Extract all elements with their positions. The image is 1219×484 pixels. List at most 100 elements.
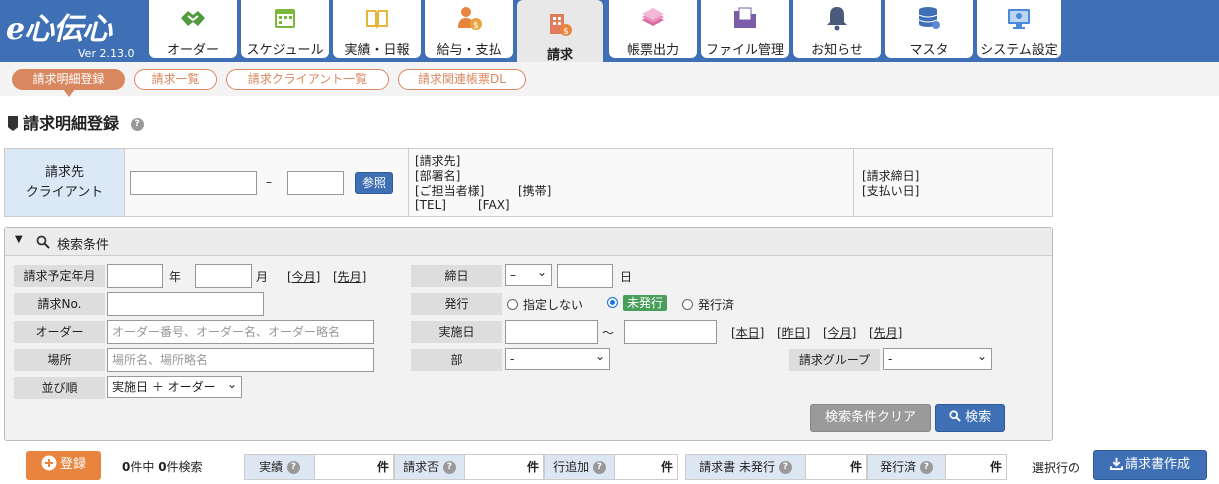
tab-reports[interactable]: 帳票出力 <box>609 0 697 58</box>
client-header-line2: クライアント <box>25 185 104 200</box>
client-info-mobile: [携帯] <box>518 184 552 198</box>
label-place: 場所 <box>14 349 105 371</box>
link-yesterday[interactable]: [昨日] <box>777 324 810 341</box>
help-icon[interactable]: ? <box>778 461 792 474</box>
label-exec-date: 実施日 <box>411 321 502 343</box>
client-info-fax: [FAX] <box>478 198 510 212</box>
link-this-month[interactable]: [今月] <box>287 268 320 285</box>
tab-files[interactable]: ファイル管理 <box>701 0 789 58</box>
help-icon[interactable]: ? <box>592 461 606 474</box>
day-suffix: 日 <box>620 270 633 284</box>
tab-order[interactable]: オーダー <box>149 0 237 58</box>
tab-master[interactable]: マスタ <box>885 0 973 58</box>
place-search-input[interactable] <box>107 348 374 372</box>
help-icon[interactable]: ? <box>919 461 933 474</box>
billing-month-input[interactable] <box>195 264 252 288</box>
label-billing-no: 請求No. <box>14 293 105 315</box>
stat-unit: 件 <box>376 460 389 474</box>
clear-search-button[interactable]: 検索条件クリア <box>810 404 931 432</box>
tab-label: ファイル管理 <box>705 43 784 58</box>
help-icon[interactable]: ? <box>130 118 144 131</box>
app-logo[interactable]: e心伝心 Ver 2.13.0 <box>4 2 144 60</box>
stat-label: 請求書 未発行 ? <box>686 455 806 479</box>
settings-monitor-icon <box>1008 9 1030 29</box>
divider <box>408 149 409 216</box>
label-department: 部 <box>411 349 502 371</box>
stat-unit: 件 <box>849 460 862 474</box>
closing-date-select[interactable]: – <box>505 264 552 286</box>
radio-label: 未発行 <box>623 295 668 311</box>
handshake-icon <box>181 11 205 26</box>
divider <box>853 149 854 216</box>
book-icon <box>366 10 388 29</box>
documents-icon <box>642 8 664 26</box>
order-search-input[interactable] <box>107 320 374 344</box>
subnav-billing-reports-dl[interactable]: 請求関連帳票DL <box>398 69 526 90</box>
stat-label-text: 行追加 <box>553 460 590 474</box>
client-header-line1: 請求先 <box>44 165 84 180</box>
collapse-caret-icon[interactable]: ▼ <box>15 234 23 245</box>
radio-issue-not-issued[interactable]: 未発行 <box>607 294 668 311</box>
client-panel: 請求先 クライアント – 参照 [請求先] [部署名] [ご担当者様] [携帯] … <box>4 148 1053 217</box>
search-conditions-header[interactable]: ▼ 検索条件 <box>5 228 1052 256</box>
subnav-billing-client-list[interactable]: 請求クライアント一覧 <box>226 69 389 90</box>
result-count: 0件中 0件検索 <box>122 458 203 475</box>
search-button-label: 検索 <box>965 410 992 425</box>
stat-label: 請求否 ? <box>395 455 465 479</box>
help-icon[interactable]: ? <box>286 461 300 474</box>
tab-results[interactable]: 実績・日報 <box>333 0 421 58</box>
stat-billing-rejected: 請求否 ? 件 <box>394 454 544 480</box>
tab-label: マスタ <box>909 43 949 58</box>
tab-payroll[interactable]: $ 給与・支払 <box>425 0 513 58</box>
tab-system-settings[interactable]: システム設定 <box>977 0 1061 58</box>
radio-label: 発行済 <box>698 298 735 312</box>
stat-unit: 件 <box>989 460 1002 474</box>
folder-icon <box>734 7 756 28</box>
tab-schedule[interactable]: スケジュール <box>241 0 329 58</box>
link-last-month[interactable]: [先月] <box>333 268 366 285</box>
department-select[interactable]: - <box>505 348 610 370</box>
results-toolbar: 登録 0件中 0件検索 実績 ? 件 請求否 ? 件 行追加 ? 件 請求書 未発行 … <box>0 448 1219 484</box>
page-title-text: 請求明細登録 <box>23 114 120 133</box>
billing-group-select[interactable]: - <box>883 348 992 370</box>
radio-issue-unspecified[interactable]: 指定しない <box>507 296 583 313</box>
label-billing-year-month: 請求予定年月 <box>14 265 105 287</box>
closing-day-input[interactable] <box>557 264 613 288</box>
stat-label-text: 請求否 <box>403 460 440 474</box>
billing-building-icon: $ <box>550 14 572 37</box>
logo-text: e心伝心 <box>6 12 112 47</box>
date-range-tilde: ～ <box>602 326 615 340</box>
exec-date-from-input[interactable] <box>505 320 598 344</box>
tab-label: システム設定 <box>980 43 1058 58</box>
link-this-month-day[interactable]: [今月] <box>823 324 856 341</box>
tab-notices[interactable]: お知らせ <box>793 0 881 58</box>
reference-button[interactable]: 参照 <box>355 172 393 194</box>
month-suffix: 月 <box>256 270 269 284</box>
stat-row-added: 行追加 ? 件 <box>544 454 678 480</box>
billing-no-input[interactable] <box>107 292 264 316</box>
payment-person-icon: $ <box>458 7 482 31</box>
client-payment-date: [支払い日] <box>862 184 920 198</box>
register-button[interactable]: 登録 <box>26 451 101 480</box>
client-header: 請求先 クライアント <box>5 149 125 216</box>
svg-text:$: $ <box>473 21 479 31</box>
billing-year-input[interactable] <box>107 264 163 288</box>
subnav-billing-detail-register[interactable]: 請求明細登録 <box>12 69 125 97</box>
link-last-month-day[interactable]: [先月] <box>869 324 902 341</box>
create-invoice-button[interactable]: 請求書作成 <box>1093 450 1207 480</box>
help-icon[interactable]: ? <box>442 461 456 474</box>
client-code-input[interactable] <box>130 171 257 195</box>
link-today[interactable]: [本日] <box>731 324 764 341</box>
sort-order-select[interactable]: 実施日 ＋ オーダー <box>107 376 242 398</box>
radio-issue-issued[interactable]: 発行済 <box>682 296 734 313</box>
bell-icon <box>827 7 847 31</box>
download-icon <box>1109 457 1123 470</box>
subnav-billing-list[interactable]: 請求一覧 <box>134 69 217 90</box>
search-button[interactable]: 検索 <box>935 404 1005 432</box>
stat-unit: 件 <box>526 460 539 474</box>
client-branch-input[interactable] <box>287 171 344 195</box>
exec-date-to-input[interactable] <box>624 320 717 344</box>
stat-invoice-not-issued: 請求書 未発行 ? 件 <box>685 454 867 480</box>
count-text: 件中 <box>130 460 159 474</box>
tab-billing[interactable]: $ 請求 <box>517 0 603 63</box>
